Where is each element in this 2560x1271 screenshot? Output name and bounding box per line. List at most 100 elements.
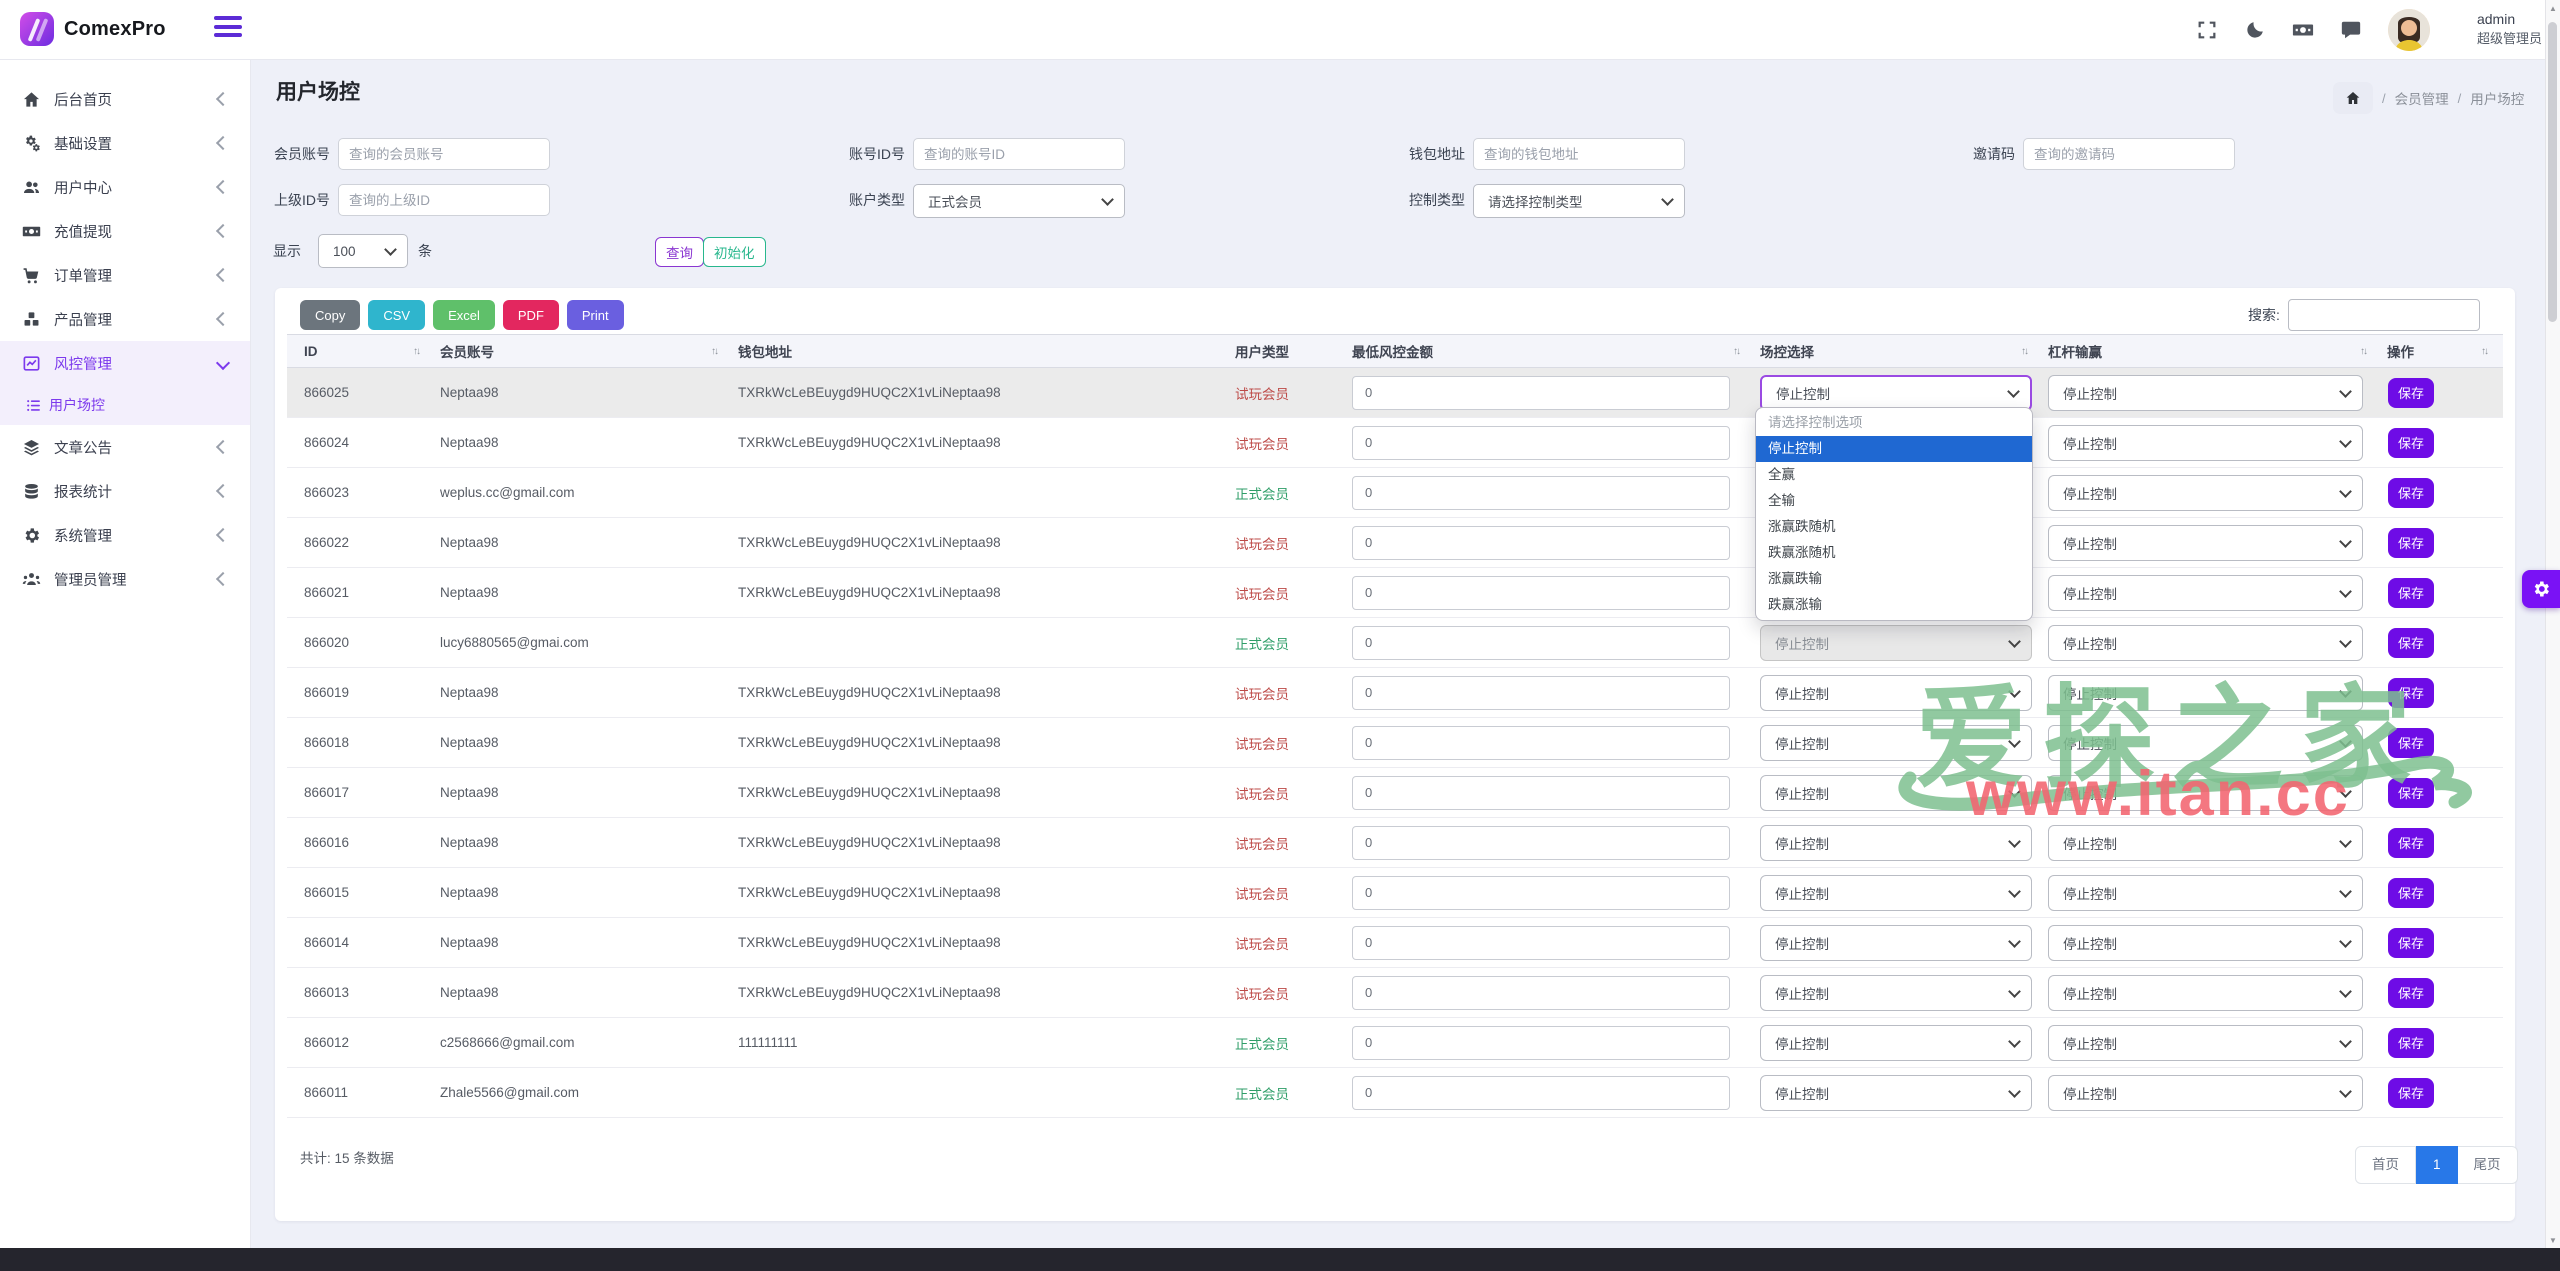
save-button[interactable]: 保存	[2388, 528, 2434, 558]
user-info[interactable]: admin 超级管理员	[2477, 10, 2542, 48]
save-button[interactable]: 保存	[2388, 978, 2434, 1008]
column-header-2[interactable]: 钱包地址	[733, 341, 1230, 361]
sort-icon[interactable]: ↑↓	[1733, 346, 1739, 357]
table-search-input[interactable]	[2288, 299, 2480, 331]
column-header-1[interactable]: 会员账号↑↓	[435, 341, 733, 361]
leverage-select[interactable]: 停止控制	[2048, 775, 2363, 811]
sidebar-subitem-用户场控[interactable]: 用户场控	[0, 385, 250, 425]
leverage-select[interactable]: 停止控制	[2048, 1075, 2363, 1111]
export-pdf-button[interactable]: PDF	[503, 300, 559, 330]
leverage-select[interactable]: 停止控制	[2048, 1025, 2363, 1061]
dark-mode-moon-icon[interactable]	[2244, 19, 2266, 41]
sidebar-item-7[interactable]: 文章公告	[0, 425, 250, 469]
breadcrumb-home-icon[interactable]	[2333, 82, 2373, 114]
leverage-select[interactable]: 停止控制	[2048, 825, 2363, 861]
leverage-select[interactable]: 停止控制	[2048, 975, 2363, 1011]
query-button[interactable]: 查询	[655, 237, 704, 267]
risk-amount-input[interactable]	[1352, 626, 1730, 660]
save-button[interactable]: 保存	[2388, 928, 2434, 958]
save-button[interactable]: 保存	[2388, 778, 2434, 808]
risk-amount-input[interactable]	[1352, 1076, 1730, 1110]
member-account-input[interactable]	[338, 138, 550, 170]
risk-amount-input[interactable]	[1352, 726, 1730, 760]
control-select[interactable]: 停止控制	[1760, 1075, 2032, 1111]
leverage-select[interactable]: 停止控制	[2048, 475, 2363, 511]
control-type-select[interactable]: 请选择控制类型	[1473, 184, 1685, 218]
save-button[interactable]: 保存	[2388, 378, 2434, 408]
sidebar-item-1[interactable]: 基础设置	[0, 121, 250, 165]
risk-amount-input[interactable]	[1352, 376, 1730, 410]
sort-icon[interactable]: ↑↓	[2360, 346, 2366, 357]
fullscreen-icon[interactable]	[2196, 19, 2218, 41]
risk-amount-input[interactable]	[1352, 476, 1730, 510]
sidebar-item-5[interactable]: 产品管理	[0, 297, 250, 341]
breadcrumb-item-member-mgmt[interactable]: 会员管理	[2395, 88, 2449, 108]
wallet-input[interactable]	[1473, 138, 1685, 170]
risk-amount-input[interactable]	[1352, 576, 1730, 610]
save-button[interactable]: 保存	[2388, 478, 2434, 508]
control-select[interactable]: 停止控制	[1760, 875, 2032, 911]
pagination-last[interactable]: 尾页	[2458, 1146, 2518, 1184]
dropdown-option-4[interactable]: 涨赢跌随机	[1756, 514, 2032, 540]
sidebar-item-10[interactable]: 管理员管理	[0, 557, 250, 601]
export-csv-button[interactable]: CSV	[368, 300, 425, 330]
save-button[interactable]: 保存	[2388, 1078, 2434, 1108]
save-button[interactable]: 保存	[2388, 828, 2434, 858]
sidebar-item-8[interactable]: 报表统计	[0, 469, 250, 513]
dropdown-option-3[interactable]: 全输	[1756, 488, 2032, 514]
leverage-select[interactable]: 停止控制	[2048, 575, 2363, 611]
column-header-4[interactable]: 最低风控金额↑↓	[1347, 341, 1755, 361]
control-select[interactable]: 停止控制	[1760, 975, 2032, 1011]
sort-icon[interactable]: ↑↓	[2481, 346, 2487, 357]
dropdown-option-0[interactable]: 请选择控制选项	[1756, 410, 2032, 436]
page-size-select[interactable]: 100	[318, 234, 408, 268]
pagination-page-1[interactable]: 1	[2416, 1146, 2458, 1184]
control-select[interactable]: 停止控制	[1760, 725, 2032, 761]
control-select[interactable]: 停止控制	[1760, 375, 2032, 411]
leverage-select[interactable]: 停止控制	[2048, 375, 2363, 411]
column-header-3[interactable]: 用户类型	[1230, 341, 1347, 361]
save-button[interactable]: 保存	[2388, 878, 2434, 908]
dropdown-option-2[interactable]: 全赢	[1756, 462, 2032, 488]
control-select[interactable]: 停止控制	[1760, 925, 2032, 961]
column-header-6[interactable]: 杠杆输赢↑↓	[2043, 341, 2382, 361]
account-id-input[interactable]	[913, 138, 1125, 170]
risk-amount-input[interactable]	[1352, 976, 1730, 1010]
leverage-select[interactable]: 停止控制	[2048, 925, 2363, 961]
export-copy-button[interactable]: Copy	[300, 300, 360, 330]
pagination-first[interactable]: 首页	[2355, 1146, 2416, 1184]
column-header-5[interactable]: 场控选择↑↓	[1755, 341, 2043, 361]
control-select[interactable]: 停止控制	[1760, 625, 2032, 661]
sidebar-item-2[interactable]: 用户中心	[0, 165, 250, 209]
risk-amount-input[interactable]	[1352, 426, 1730, 460]
risk-amount-input[interactable]	[1352, 776, 1730, 810]
save-button[interactable]: 保存	[2388, 728, 2434, 758]
invite-code-input[interactable]	[2023, 138, 2235, 170]
sort-icon[interactable]: ↑↓	[711, 346, 717, 357]
page-scrollbar[interactable]: ▲ ▼	[2545, 0, 2560, 1248]
dropdown-option-1[interactable]: 停止控制	[1756, 436, 2032, 462]
dropdown-option-5[interactable]: 跌赢涨随机	[1756, 540, 2032, 566]
save-button[interactable]: 保存	[2388, 578, 2434, 608]
column-header-7[interactable]: 操作↑↓	[2382, 341, 2503, 361]
control-select[interactable]: 停止控制	[1760, 1025, 2032, 1061]
export-excel-button[interactable]: Excel	[433, 300, 495, 330]
save-button[interactable]: 保存	[2388, 678, 2434, 708]
risk-amount-input[interactable]	[1352, 826, 1730, 860]
control-select[interactable]: 停止控制	[1760, 675, 2032, 711]
leverage-select[interactable]: 停止控制	[2048, 625, 2363, 661]
risk-amount-input[interactable]	[1352, 676, 1730, 710]
scrollbar-down-arrow[interactable]: ▼	[2548, 1236, 2558, 1245]
dropdown-option-7[interactable]: 跌赢涨输	[1756, 592, 2032, 618]
dropdown-option-6[interactable]: 涨赢跌输	[1756, 566, 2032, 592]
sidebar-item-3[interactable]: 充值提现	[0, 209, 250, 253]
chat-icon[interactable]	[2340, 19, 2362, 41]
save-button[interactable]: 保存	[2388, 428, 2434, 458]
save-button[interactable]: 保存	[2388, 1028, 2434, 1058]
sort-icon[interactable]: ↑↓	[2021, 346, 2027, 357]
sort-icon[interactable]: ↑↓	[413, 346, 419, 357]
risk-amount-input[interactable]	[1352, 1026, 1730, 1060]
leverage-select[interactable]: 停止控制	[2048, 425, 2363, 461]
sidebar-item-6[interactable]: 风控管理	[0, 341, 250, 385]
save-button[interactable]: 保存	[2388, 628, 2434, 658]
